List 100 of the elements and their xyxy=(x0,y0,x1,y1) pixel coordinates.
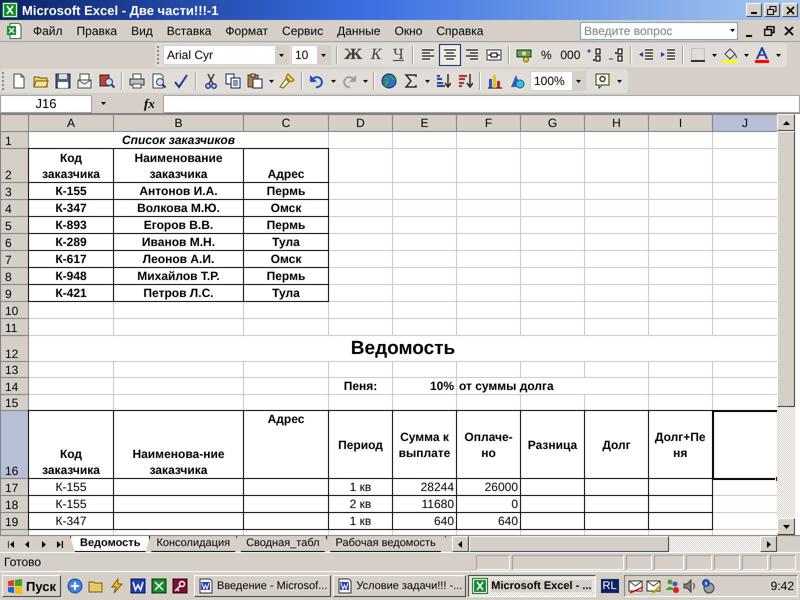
table-cell: Разница xyxy=(520,410,584,478)
name-box[interactable]: J16 xyxy=(0,94,92,112)
row-header[interactable]: 18 xyxy=(0,496,28,512)
dropdown-button[interactable] xyxy=(275,46,288,64)
quick-launch-button[interactable] xyxy=(130,578,146,594)
table-cell: 1 кв xyxy=(328,478,392,496)
language-indicator[interactable]: RL xyxy=(600,579,619,593)
row-header[interactable]: 17 xyxy=(0,478,28,496)
menu-item[interactable]: Формат xyxy=(218,22,276,40)
row-header[interactable]: 15 xyxy=(0,394,28,410)
table-cell: К-289 xyxy=(28,234,114,250)
word-document-icon xyxy=(198,578,214,594)
table-cell: К-155 xyxy=(28,478,114,496)
zoom-dropdown[interactable]: 100% xyxy=(530,71,586,91)
font-style-button[interactable]: Ж xyxy=(341,44,366,66)
row-header[interactable]: 6 xyxy=(0,234,28,250)
table-cell: К-617 xyxy=(28,250,114,268)
align-center-button[interactable] xyxy=(439,44,462,66)
menu-item[interactable]: Данные xyxy=(330,22,388,40)
column-header[interactable]: E xyxy=(392,114,456,132)
restore-button[interactable] xyxy=(764,3,780,17)
row-header[interactable]: 11 xyxy=(0,318,28,336)
quick-launch-button[interactable] xyxy=(172,578,188,594)
row-header[interactable]: 4 xyxy=(0,200,28,216)
table-cell: от суммы долга xyxy=(456,378,648,394)
row-header[interactable]: 5 xyxy=(0,216,28,234)
scroll-up-button[interactable] xyxy=(777,114,795,131)
scrollbar-thumb[interactable] xyxy=(777,131,795,407)
sheet-tab[interactable]: Рабочая ведомость xyxy=(326,536,446,552)
font-dropdown[interactable]: Arial Cyr xyxy=(163,45,289,65)
row-header[interactable]: 8 xyxy=(0,268,28,284)
table-cell: Пеня: xyxy=(328,378,392,394)
number-format-button[interactable]: % xyxy=(535,44,558,66)
taskbar-button[interactable]: Условие задачи!!! -... xyxy=(333,575,466,597)
quick-launch-button[interactable] xyxy=(67,578,83,594)
first-sheet-button[interactable] xyxy=(8,540,14,548)
last-icon xyxy=(56,540,62,548)
menu-item[interactable]: Вставка xyxy=(160,22,218,40)
formula-input[interactable] xyxy=(162,94,800,112)
table-cell: Антонов И.А. xyxy=(114,182,244,200)
column-header[interactable]: B xyxy=(114,114,244,132)
status-panel xyxy=(626,554,652,570)
number-format-button[interactable]: 000 xyxy=(557,44,584,66)
dropdown-button[interactable] xyxy=(317,46,330,64)
taskbar-button[interactable]: Microsoft Excel - ... xyxy=(468,575,596,597)
font-style-button[interactable]: К xyxy=(365,44,388,66)
scroll-left-button[interactable] xyxy=(452,536,469,552)
minimize-button[interactable] xyxy=(746,3,762,17)
table-cell: 0 xyxy=(456,496,520,512)
menu-item[interactable]: Справка xyxy=(429,22,490,40)
row-header[interactable]: 10 xyxy=(0,302,28,318)
row-header[interactable]: 9 xyxy=(0,284,28,302)
menu-item[interactable]: Вид xyxy=(124,22,160,40)
minimize-icon xyxy=(746,34,752,36)
column-header[interactable]: A xyxy=(28,114,114,132)
font-style-button[interactable]: Ч xyxy=(387,44,410,66)
scroll-right-button[interactable] xyxy=(760,536,777,552)
function-label[interactable]: fx xyxy=(144,96,155,112)
row-header[interactable]: 13 xyxy=(0,362,28,378)
column-header[interactable]: H xyxy=(584,114,648,132)
row-header[interactable]: 1 xyxy=(0,132,28,148)
scrollbar-thumb[interactable] xyxy=(468,536,669,552)
column-header[interactable]: I xyxy=(648,114,712,132)
row-header[interactable]: 16 xyxy=(0,410,28,478)
lightning-icon xyxy=(109,578,125,594)
row-header[interactable]: 3 xyxy=(0,182,28,200)
table-cell: Омск xyxy=(244,200,328,216)
row-header[interactable]: 2 xyxy=(0,148,28,182)
column-header[interactable]: F xyxy=(456,114,520,132)
previous-sheet-button[interactable] xyxy=(24,540,30,548)
scroll-down-button[interactable] xyxy=(777,518,795,535)
envelope-wrench-icon xyxy=(646,578,662,594)
menu-item[interactable]: Окно xyxy=(387,22,430,40)
sheet-tab[interactable]: Ведомость xyxy=(70,536,150,552)
taskbar-button[interactable]: Введение - Microsof... xyxy=(194,575,332,597)
network-people-icon xyxy=(664,578,680,594)
row-header[interactable]: 12 xyxy=(0,336,28,362)
last-sheet-button[interactable] xyxy=(56,540,62,548)
menu-item[interactable]: Файл xyxy=(26,22,70,40)
font-size-dropdown[interactable]: 10 xyxy=(291,45,331,65)
table-cell: К-421 xyxy=(28,284,114,302)
start-button[interactable]: Пуск xyxy=(2,575,61,597)
menu-item[interactable]: Правка xyxy=(70,22,124,40)
column-header[interactable]: C xyxy=(244,114,328,132)
globe-icon xyxy=(381,73,397,89)
caret-icon xyxy=(268,80,274,82)
row-header[interactable]: 7 xyxy=(0,250,28,268)
row-header[interactable]: 19 xyxy=(0,512,28,530)
quick-launch-button[interactable] xyxy=(151,578,167,594)
column-header[interactable]: G xyxy=(520,114,584,132)
column-header[interactable]: D xyxy=(328,114,392,132)
menu-item[interactable]: Сервис xyxy=(275,22,330,40)
row-header[interactable]: 14 xyxy=(0,378,28,394)
close-button[interactable] xyxy=(782,3,798,17)
dropdown-button[interactable] xyxy=(572,72,585,90)
column-header[interactable]: J xyxy=(712,114,777,132)
question-field[interactable]: Введите вопрос xyxy=(580,22,738,40)
table-cell: Код заказчика xyxy=(28,148,114,182)
next-sheet-button[interactable] xyxy=(40,540,46,548)
caret-icon xyxy=(321,54,326,56)
